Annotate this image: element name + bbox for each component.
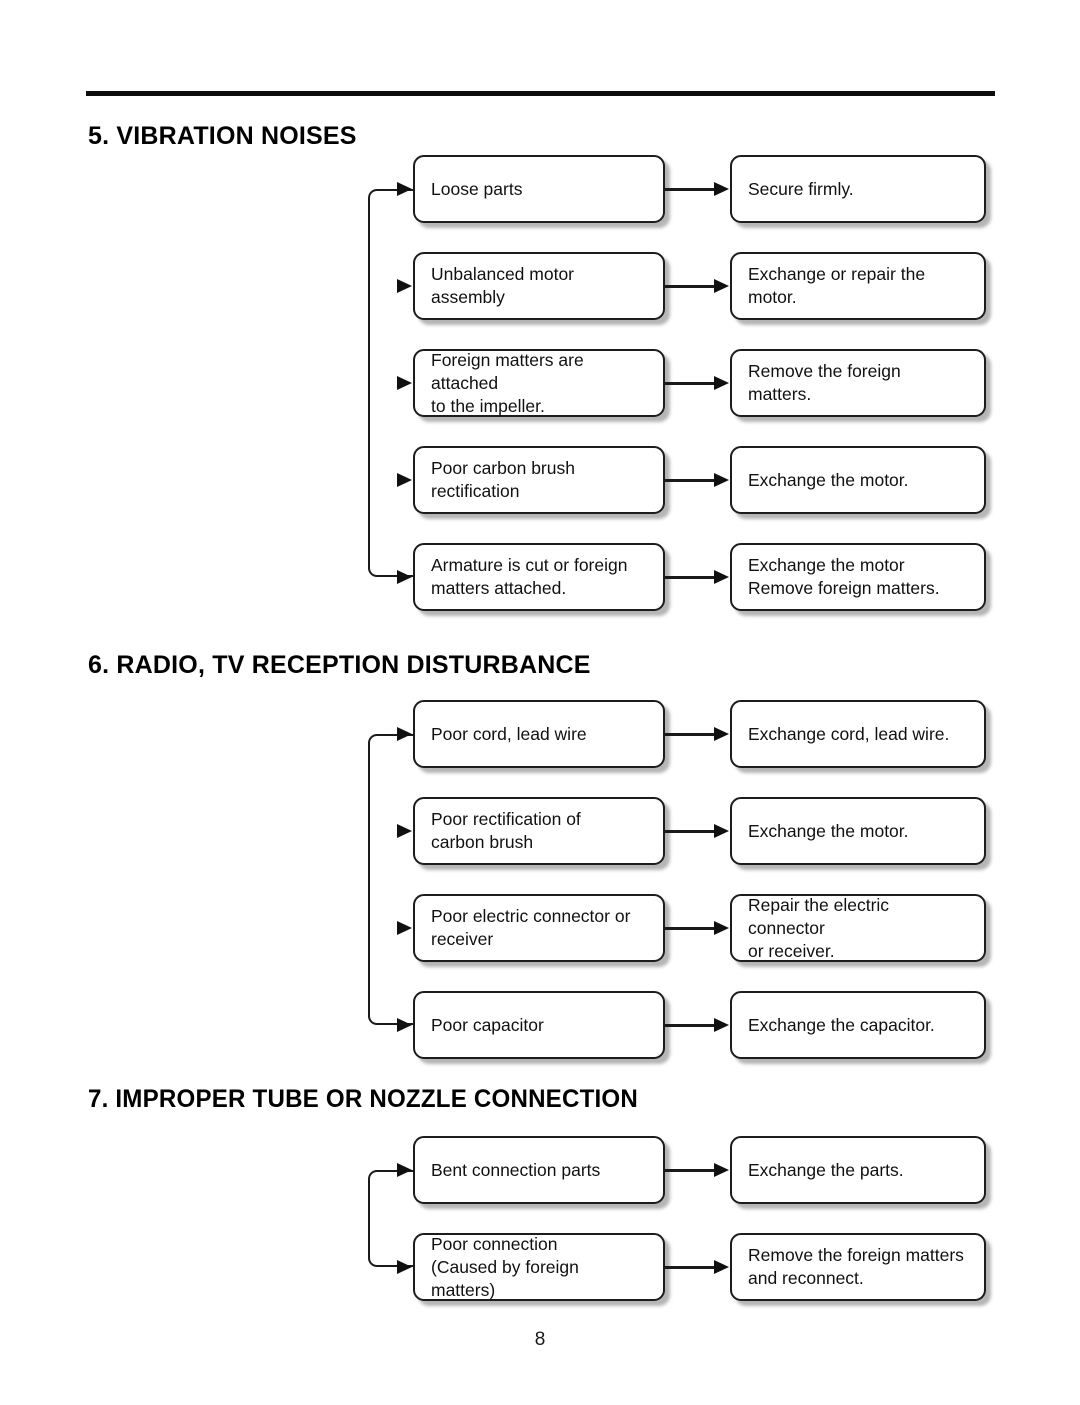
cause-to-remedy-connector [665, 285, 716, 288]
arrowhead-icon [397, 1259, 412, 1274]
arrowhead-icon [397, 726, 412, 741]
arrowhead-icon [714, 823, 729, 838]
cause-to-remedy-connector [665, 733, 716, 736]
cause-box: Bent connection parts [413, 1136, 665, 1204]
cause-box: Unbalanced motor assembly [413, 252, 665, 320]
cause-label: Armature is cut or foreign matters attac… [431, 555, 628, 598]
remedy-label: Exchange the motor. [748, 820, 909, 841]
cause-box: Poor carbon brush rectification [413, 446, 665, 514]
cause-label: Poor cord, lead wire [431, 723, 587, 744]
arrowhead-icon [397, 569, 412, 584]
cause-label: Bent connection parts [431, 1159, 601, 1180]
cause-to-remedy-connector [665, 1266, 716, 1269]
cause-box: Poor connection (Caused by foreign matte… [413, 1233, 665, 1301]
arrowhead-icon [397, 278, 412, 293]
remedy-label: Exchange the capacitor. [748, 1014, 935, 1035]
arrowhead-icon [714, 278, 729, 293]
cause-label: Poor rectification of carbon brush [431, 809, 581, 852]
arrowhead-icon [397, 823, 412, 838]
arrowhead-icon [714, 181, 729, 196]
cause-to-remedy-connector [665, 927, 716, 930]
cause-to-remedy-connector [665, 382, 716, 385]
cause-label: Loose parts [431, 178, 523, 199]
cause-to-remedy-connector [665, 1169, 716, 1172]
cause-label: Unbalanced motor assembly [431, 264, 574, 307]
cause-to-remedy-connector [665, 188, 716, 191]
page-canvas: 5. VIBRATION NOISES Loose parts Secure fi… [0, 0, 1080, 1405]
remedy-box: Repair the electric connector or receive… [730, 894, 986, 962]
cause-box: Poor capacitor [413, 991, 665, 1059]
remedy-box: Remove the foreign matters and reconnect… [730, 1233, 986, 1301]
section-heading-6: 6. RADIO, TV RECEPTION DISTURBANCE [88, 651, 591, 679]
cause-to-remedy-connector [665, 479, 716, 482]
flow-spine [368, 734, 413, 1025]
cause-to-remedy-connector [665, 830, 716, 833]
page-number: 8 [534, 1329, 546, 1350]
cause-label: Poor capacitor [431, 1014, 544, 1035]
remedy-box: Secure firmly. [730, 155, 986, 223]
remedy-box: Exchange the motor Remove foreign matter… [730, 543, 986, 611]
cause-to-remedy-connector [665, 576, 716, 579]
arrowhead-icon [714, 375, 729, 390]
remedy-box: Exchange the parts. [730, 1136, 986, 1204]
cause-label: Poor carbon brush rectification [431, 458, 575, 501]
cause-box: Poor electric connector or receiver [413, 894, 665, 962]
arrowhead-icon [397, 181, 412, 196]
remedy-label: Remove the foreign matters and reconnect… [748, 1245, 964, 1288]
cause-label: Poor connection (Caused by foreign matte… [431, 1233, 579, 1300]
flow-spine [368, 1170, 413, 1267]
cause-label: Foreign matters are attached to the impe… [431, 349, 584, 416]
cause-label: Poor electric connector or receiver [431, 906, 631, 949]
remedy-label: Exchange or repair the motor. [748, 264, 926, 307]
remedy-label: Remove the foreign matters. [748, 361, 901, 404]
arrowhead-icon [714, 472, 729, 487]
cause-to-remedy-connector [665, 1024, 716, 1027]
remedy-box: Remove the foreign matters. [730, 349, 986, 417]
arrowhead-icon [714, 1017, 729, 1032]
cause-box: Armature is cut or foreign matters attac… [413, 543, 665, 611]
remedy-label: Secure firmly. [748, 178, 854, 199]
arrowhead-icon [714, 920, 729, 935]
arrowhead-icon [397, 472, 412, 487]
cause-box: Poor cord, lead wire [413, 700, 665, 768]
arrowhead-icon [397, 375, 412, 390]
remedy-box: Exchange cord, lead wire. [730, 700, 986, 768]
remedy-box: Exchange the capacitor. [730, 991, 986, 1059]
remedy-label: Exchange the motor Remove foreign matter… [748, 555, 940, 598]
remedy-label: Exchange cord, lead wire. [748, 723, 950, 744]
section-heading-7: 7. IMPROPER TUBE OR NOZZLE CONNECTION [88, 1085, 638, 1113]
arrowhead-icon [714, 1259, 729, 1274]
remedy-box: Exchange or repair the motor. [730, 252, 986, 320]
arrowhead-icon [714, 569, 729, 584]
remedy-label: Exchange the motor. [748, 469, 909, 490]
arrowhead-icon [397, 1017, 412, 1032]
remedy-box: Exchange the motor. [730, 446, 986, 514]
cause-box: Loose parts [413, 155, 665, 223]
section-heading-5: 5. VIBRATION NOISES [88, 122, 357, 150]
remedy-label: Exchange the parts. [748, 1159, 904, 1180]
arrowhead-icon [714, 1162, 729, 1177]
arrowhead-icon [397, 920, 412, 935]
cause-box: Poor rectification of carbon brush [413, 797, 665, 865]
remedy-label: Repair the electric connector or receive… [748, 894, 890, 961]
cause-box: Foreign matters are attached to the impe… [413, 349, 665, 417]
remedy-box: Exchange the motor. [730, 797, 986, 865]
arrowhead-icon [714, 726, 729, 741]
arrowhead-icon [397, 1162, 412, 1177]
header-rule [86, 91, 995, 96]
